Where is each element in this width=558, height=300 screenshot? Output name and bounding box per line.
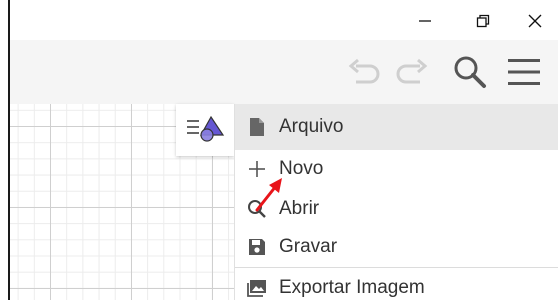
close-icon	[528, 14, 542, 28]
close-button[interactable]	[512, 4, 558, 38]
minimize-button[interactable]	[402, 4, 448, 38]
app-toolbar	[10, 40, 558, 104]
search-button[interactable]	[450, 54, 490, 94]
image-icon	[235, 279, 279, 297]
undo-button[interactable]	[344, 54, 384, 94]
restore-icon	[476, 14, 490, 28]
redo-button[interactable]	[392, 54, 432, 94]
title-bar	[10, 0, 558, 40]
file-icon	[235, 117, 279, 137]
search-icon	[452, 54, 488, 95]
menu-item-label: Gravar	[279, 236, 338, 257]
minimize-icon	[418, 14, 432, 28]
app-window: Arquivo Novo Abrir Gravar Exportar Image…	[8, 0, 558, 300]
menu-item-exportar-imagem[interactable]: Exportar Imagem	[235, 269, 558, 300]
hamburger-menu-icon	[506, 57, 542, 92]
menu-header-arquivo[interactable]: Arquivo	[235, 104, 558, 150]
menu-item-label: Exportar Imagem	[279, 277, 425, 298]
main-menu-button[interactable]	[504, 54, 544, 94]
menu-divider	[235, 267, 558, 268]
redo-icon	[394, 57, 430, 92]
graphics-style-icon	[185, 113, 225, 148]
restore-button[interactable]	[460, 4, 506, 38]
menu-header-label: Arquivo	[279, 116, 344, 137]
menu-item-gravar[interactable]: Gravar	[235, 228, 558, 266]
save-icon	[235, 238, 279, 256]
undo-icon	[346, 57, 382, 92]
graphics-style-toggle[interactable]	[176, 104, 234, 156]
annotation-arrow-icon	[254, 176, 286, 217]
